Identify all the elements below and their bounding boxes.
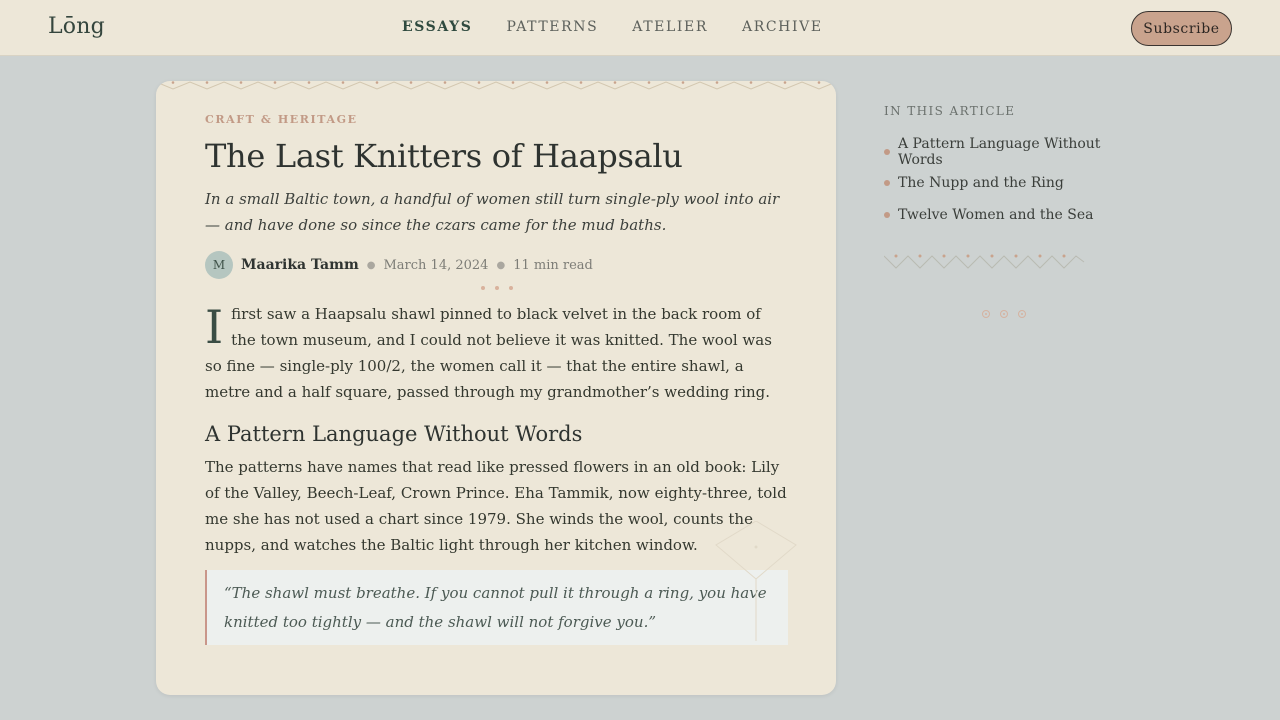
separator-dot-icon: ● (496, 259, 506, 271)
toc-heading: IN THIS ARTICLE (884, 104, 1016, 118)
top-bar: Lōng ESSAYS PATTERNS ATELIER ARCHIVE Sub… (0, 0, 1280, 56)
intro-text: first saw a Haapsalu shawl pinned to bla… (205, 305, 772, 402)
byline: M Maarika Tamm ● March 14, 2024 ● 11 min… (205, 251, 788, 280)
nav-item-essays[interactable]: ESSAYS (402, 19, 472, 35)
article-subtitle: In a small Baltic town, a handful of wom… (205, 190, 780, 235)
toc-item-label: A Pattern Language Without Words (898, 135, 1101, 168)
toc-item-label: The Nupp and the Ring (898, 175, 1064, 192)
table-of-contents: IN THIS ARTICLE A Pattern Language Witho… (884, 104, 1144, 231)
nav-item-patterns[interactable]: PATTERNS (506, 19, 598, 35)
drop-cap: I (205, 300, 224, 355)
publish-date: March 14, 2024 (383, 257, 489, 273)
section-heading: A Pattern Language Without Words (205, 422, 583, 447)
nav-item-atelier[interactable]: ATELIER (632, 19, 708, 35)
read-time: 11 min read (513, 257, 593, 273)
article-card: CRAFT & HERITAGE The Last Knitters of Ha… (156, 81, 836, 695)
bullet-icon (884, 180, 890, 187)
bullet-icon (884, 148, 890, 155)
subscribe-button[interactable]: Subscribe (1131, 11, 1232, 46)
bullet-icon (884, 211, 890, 218)
toc-item-label: Twelve Women and the Sea (898, 206, 1094, 223)
article-title: The Last Knitters of Haapsalu (205, 137, 683, 175)
toc-list: A Pattern Language Without Words The Nup… (884, 136, 1144, 231)
section-paragraph: The patterns have names that read like p… (205, 458, 787, 555)
nav-item-archive[interactable]: ARCHIVE (742, 19, 823, 35)
pull-quote: “The shawl must breathe. If you cannot p… (205, 570, 788, 646)
toc-item-pattern-language[interactable]: A Pattern Language Without Words (884, 136, 1144, 168)
toc-item-nupp-and-ring[interactable]: The Nupp and the Ring (884, 168, 1144, 200)
site-logo[interactable]: Lōng (48, 14, 105, 39)
main-nav: ESSAYS PATTERNS ATELIER ARCHIVE (402, 19, 857, 35)
toc-item-twelve-women[interactable]: Twelve Women and the Sea (884, 199, 1144, 231)
author-name[interactable]: Maarika Tamm (241, 257, 359, 273)
separator-dot-icon: ● (366, 259, 376, 271)
ornament-dots-icon (205, 277, 788, 291)
article-category[interactable]: CRAFT & HERITAGE (205, 113, 788, 126)
article-content: CRAFT & HERITAGE The Last Knitters of Ha… (205, 113, 788, 646)
ornament-circles-icon (982, 310, 1026, 318)
diamond-lace-decoration (715, 521, 797, 641)
intro-paragraph: Ifirst saw a Haapsalu shawl pinned to bl… (205, 301, 788, 405)
zigzag-border-decoration (156, 81, 836, 90)
author-avatar[interactable]: M (205, 251, 233, 280)
zigzag-divider-decoration (884, 254, 1085, 269)
